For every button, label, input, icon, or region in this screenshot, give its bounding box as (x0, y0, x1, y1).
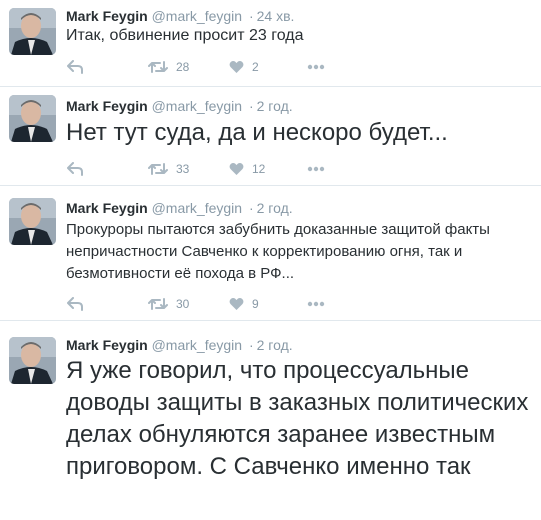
tweet-actions: 28 2 (66, 57, 366, 77)
reply-button[interactable] (67, 159, 84, 179)
reply-icon (67, 297, 83, 311)
tweet-time[interactable]: 24 хв. (257, 8, 295, 24)
retweet-button[interactable]: 33 (148, 159, 189, 179)
avatar[interactable] (9, 95, 56, 142)
tweet-text: Я уже говорил, что процессуальные доводы… (66, 357, 529, 480)
reply-button[interactable] (67, 57, 84, 77)
author-handle[interactable]: @mark_feygin (152, 8, 242, 24)
separator: · (248, 337, 254, 353)
author-name[interactable]: Mark Feygin (66, 200, 148, 216)
tweet-header: Mark Feygin @mark_feygin · 2 год. (66, 97, 293, 115)
reply-icon (67, 162, 83, 176)
like-count: 12 (252, 162, 266, 176)
like-button[interactable]: 9 (229, 294, 259, 314)
tweet-header: Mark Feygin @mark_feygin · 24 хв. (66, 7, 294, 25)
tweet-actions: 33 12 (66, 159, 366, 179)
like-count: 2 (252, 60, 259, 74)
tweet-1[interactable]: Mark Feygin @mark_feygin · 24 хв. Итак, о… (0, 0, 541, 86)
tweet-text: Нет тут суда, да и нескоро будет... (66, 119, 448, 146)
more-dots-icon (307, 166, 325, 172)
more-dots-icon (307, 301, 325, 307)
tweet-text: Итак, обвинение просит 23 года (66, 27, 304, 44)
heart-icon (229, 163, 244, 175)
tweet-time[interactable]: 2 год. (257, 98, 293, 114)
reply-icon (67, 60, 83, 74)
avatar[interactable] (9, 198, 56, 245)
author-handle[interactable]: @mark_feygin (152, 200, 242, 216)
avatar[interactable] (9, 337, 56, 384)
tweet-4[interactable]: Mark Feygin @mark_feygin · 2 год. Я уже г… (0, 321, 541, 520)
separator: · (248, 200, 254, 216)
retweet-icon (148, 298, 168, 310)
tweet-time[interactable]: 2 год. (257, 337, 293, 353)
more-button[interactable] (307, 57, 325, 77)
tweet-header: Mark Feygin @mark_feygin · 2 год. (66, 336, 293, 354)
author-handle[interactable]: @mark_feygin (152, 98, 242, 114)
tweet-header: Mark Feygin @mark_feygin · 2 год. (66, 199, 293, 217)
retweet-button[interactable]: 28 (148, 57, 189, 77)
tweet-2[interactable]: Mark Feygin @mark_feygin · 2 год. Нет тут… (0, 87, 541, 185)
like-count: 9 (252, 297, 259, 311)
like-button[interactable]: 12 (229, 159, 265, 179)
like-button[interactable]: 2 (229, 57, 259, 77)
retweet-count: 30 (176, 297, 190, 311)
retweet-button[interactable]: 30 (148, 294, 189, 314)
more-button[interactable] (307, 294, 325, 314)
author-handle[interactable]: @mark_feygin (152, 337, 242, 353)
retweet-count: 33 (176, 162, 190, 176)
more-dots-icon (307, 64, 325, 70)
reply-button[interactable] (67, 294, 84, 314)
tweet-time[interactable]: 2 год. (257, 200, 293, 216)
tweet-actions: 30 9 (66, 294, 366, 314)
tweet-3[interactable]: Mark Feygin @mark_feygin · 2 год. Прокуро… (0, 186, 541, 320)
heart-icon (229, 298, 244, 310)
tweet-text: Прокуроры пытаются забубнить доказанные … (66, 221, 490, 282)
separator: · (248, 8, 254, 24)
more-button[interactable] (307, 159, 325, 179)
retweet-icon (148, 61, 168, 73)
retweet-count: 28 (176, 60, 190, 74)
author-name[interactable]: Mark Feygin (66, 337, 148, 353)
heart-icon (229, 61, 244, 73)
retweet-icon (148, 163, 168, 175)
author-name[interactable]: Mark Feygin (66, 8, 148, 24)
avatar[interactable] (9, 8, 56, 55)
author-name[interactable]: Mark Feygin (66, 98, 148, 114)
separator: · (248, 98, 254, 114)
